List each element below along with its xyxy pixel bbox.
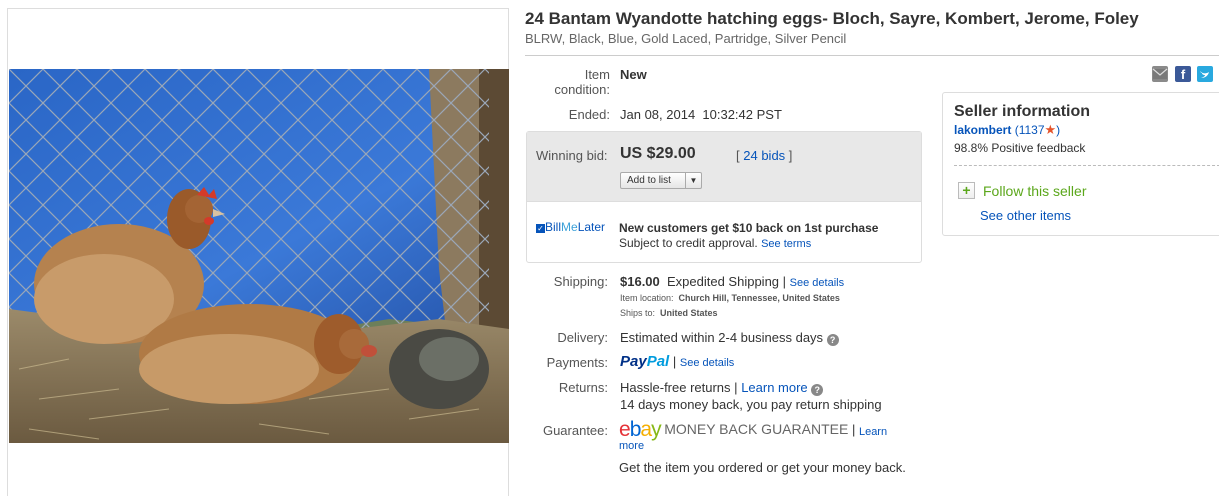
shipping-see-details-link[interactable]: See details <box>790 277 844 289</box>
condition-label-line2: condition: <box>554 82 610 97</box>
guarantee-detail: Get the item you ordered or get your mon… <box>619 460 906 475</box>
ebay-logo: ebay <box>619 418 662 441</box>
help-icon[interactable]: ? <box>811 384 824 396</box>
follow-seller-link[interactable]: Follow this seller <box>983 183 1086 199</box>
paypal-logo: PayPal <box>620 353 669 370</box>
email-icon[interactable] <box>1152 66 1168 82</box>
ships-to-value: United States <box>660 308 718 318</box>
title-divider <box>525 55 1219 56</box>
ships-to-label: Ships to: <box>620 308 656 318</box>
billmelater-later: Later <box>577 220 606 234</box>
payments-value: PayPal | See details <box>620 353 734 370</box>
star-icon: ★ <box>1044 122 1057 137</box>
billmelater-headline: New customers get $10 back on 1st purcha… <box>619 221 879 235</box>
seller-info-box: Seller information lakombert (1137★) 98.… <box>942 92 1219 236</box>
guarantee-logo-row: ebay MONEY BACK GUARANTEE | Learn <box>619 418 887 442</box>
checkbox-icon: ✓ <box>536 224 545 233</box>
separator: | <box>672 354 677 369</box>
money-back-guarantee-text: MONEY BACK GUARANTEE <box>664 421 849 437</box>
see-other-items-link[interactable]: See other items <box>980 208 1071 223</box>
delivery-text: Estimated within 2-4 business days <box>620 330 824 345</box>
add-to-list-label: Add to list <box>627 175 671 186</box>
shipping-label: Shipping: <box>553 274 608 289</box>
bid-count: [ 24 bids ] <box>736 148 792 163</box>
returns-label: Returns: <box>558 380 608 395</box>
separator: | <box>734 380 738 395</box>
condition-value: New <box>620 67 647 82</box>
help-icon[interactable]: ? <box>826 334 839 346</box>
shipping-cost: $16.00 <box>620 274 660 289</box>
condition-label: Item condition: <box>540 67 610 97</box>
item-location-value: Church Hill, Tennessee, United States <box>678 293 840 303</box>
billmelater-logo: ✓BillMeLater <box>536 220 605 234</box>
chevron-down-icon[interactable]: ▼ <box>685 173 701 188</box>
condition-label-line1: Item <box>584 67 610 82</box>
item-location: Item location: Church Hill, Tennessee, U… <box>620 293 840 303</box>
item-photo[interactable] <box>9 69 509 443</box>
guarantee-learn-link[interactable]: Learn <box>859 426 887 438</box>
returns-detail: 14 days money back, you pay return shipp… <box>620 397 882 412</box>
listing-subtitle: BLRW, Black, Blue, Gold Laced, Partridge… <box>525 31 847 46</box>
winning-bid-label: Winning bid: <box>536 148 608 163</box>
returns-text: Hassle-free returns <box>620 380 731 395</box>
seller-feedback-score-link[interactable]: (1137 <box>1015 123 1045 137</box>
listing-title: 24 Bantam Wyandotte hatching eggs- Bloch… <box>525 9 1139 28</box>
ebay-a: a <box>640 418 652 441</box>
seller-username-link[interactable]: lakombert <box>954 123 1011 137</box>
seller-heading: Seller information <box>954 103 1091 120</box>
billmelater-me: Me <box>561 220 578 234</box>
seller-feedback-percent: 98.8% Positive feedback <box>954 141 1086 155</box>
item-photo-image <box>9 69 509 443</box>
ended-label: Ended: <box>568 107 610 122</box>
delivery-value: Estimated within 2-4 business days ? <box>620 330 839 346</box>
returns-learn-more-link[interactable]: Learn more <box>741 380 807 395</box>
billmelater-sub-text: Subject to credit approval. <box>619 236 758 250</box>
returns-value: Hassle-free returns | Learn more ? <box>620 380 824 396</box>
paypal-pal: Pal <box>646 353 670 370</box>
ebay-e: e <box>619 418 631 441</box>
seller-score-close: ) <box>1056 123 1061 137</box>
shipping-method: Expedited Shipping <box>667 274 780 289</box>
item-location-label: Item location: <box>620 293 674 303</box>
payments-see-details-link[interactable]: See details <box>680 357 734 369</box>
delivery-label: Delivery: <box>557 330 608 345</box>
bid-count-link[interactable]: 24 bids <box>743 148 785 163</box>
paypal-pay: Pay <box>620 353 647 370</box>
payments-label: Payments: <box>546 355 608 370</box>
plus-icon[interactable]: + <box>958 182 975 199</box>
bid-count-close: ] <box>788 148 793 163</box>
ebay-b: b <box>629 418 642 441</box>
guarantee-more-link[interactable]: more <box>619 440 644 452</box>
billmelater-sub: Subject to credit approval. See terms <box>619 236 811 250</box>
ships-to: Ships to: United States <box>620 308 718 318</box>
seller-divider <box>954 165 1219 166</box>
billmelater-bill: Bill <box>545 220 562 234</box>
bid-box: Winning bid: US $29.00 [ 24 bids ] Add t… <box>526 131 922 263</box>
bid-count-open: [ <box>736 148 740 163</box>
separator: | <box>851 422 856 437</box>
seller-user-row: lakombert (1137★) <box>954 122 1060 138</box>
winning-bid-amount: US $29.00 <box>620 145 696 162</box>
twitter-icon[interactable] <box>1197 66 1213 82</box>
shipping-value: $16.00 Expedited Shipping | See details <box>620 274 844 289</box>
ebay-y: y <box>651 418 661 441</box>
add-to-list-button[interactable]: Add to list ▼ <box>620 172 702 189</box>
bid-box-header: Winning bid: US $29.00 [ 24 bids ] Add t… <box>527 132 921 202</box>
ended-value: Jan 08, 2014 10:32:42 PST <box>620 107 782 122</box>
separator: | <box>782 274 787 289</box>
see-terms-link[interactable]: See terms <box>761 238 811 250</box>
item-image-panel <box>7 8 509 496</box>
facebook-icon[interactable]: f <box>1175 66 1191 82</box>
guarantee-label: Guarantee: <box>542 423 608 438</box>
